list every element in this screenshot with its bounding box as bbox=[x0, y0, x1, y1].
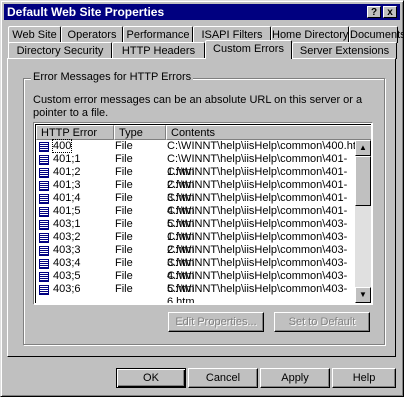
help-title-button[interactable]: ? bbox=[367, 6, 381, 18]
tab-web-site[interactable]: Web Site bbox=[8, 26, 61, 43]
scroll-up-icon[interactable]: ▲ bbox=[355, 140, 371, 156]
list-item[interactable]: 403;2 File C:\WINNT\help\iisHelp\common\40… bbox=[36, 231, 356, 256]
close-button[interactable]: x bbox=[383, 6, 397, 18]
document-icon bbox=[39, 194, 49, 204]
document-icon bbox=[39, 207, 49, 217]
properties-dialog: Default Web Site Properties ? x Web Site… bbox=[0, 0, 404, 397]
help-button[interactable]: Help bbox=[332, 368, 396, 388]
column-header-http-error[interactable]: HTTP Error bbox=[36, 125, 114, 140]
description-text: Custom error messages can be an absolute… bbox=[33, 94, 363, 119]
list-item[interactable]: 403;3 File C:\WINNT\help\iisHelp\common\40… bbox=[36, 244, 356, 269]
scroll-thumb[interactable] bbox=[355, 156, 371, 206]
tab-directory-security[interactable]: Directory Security bbox=[8, 42, 112, 59]
list-item[interactable]: 403;6 File C:\WINNT\help\iisHelp\common\40… bbox=[36, 283, 356, 303]
list-item[interactable]: 401;5 File C:\WINNT\help\iisHelp\common\40… bbox=[36, 205, 356, 230]
group-label: Error Messages for HTTP Errors bbox=[31, 71, 194, 83]
column-header-contents[interactable]: Contents bbox=[166, 125, 371, 140]
column-header-type[interactable]: Type bbox=[114, 125, 166, 140]
apply-button[interactable]: Apply bbox=[260, 368, 330, 388]
document-icon bbox=[39, 220, 49, 230]
list-rows: 400 File C:\WINNT\help\iisHelp\common\400.… bbox=[36, 139, 365, 303]
tab-documents[interactable]: Documents bbox=[349, 26, 404, 43]
window-title: Default Web Site Properties bbox=[7, 5, 165, 19]
tab-operators[interactable]: Operators bbox=[61, 26, 123, 43]
list-item[interactable]: 403;1 File C:\WINNT\help\iisHelp\common\40… bbox=[36, 218, 356, 243]
title-bar: Default Web Site Properties ? x bbox=[4, 4, 400, 20]
tab-http-headers[interactable]: HTTP Headers bbox=[112, 42, 205, 59]
tab-performance[interactable]: Performance bbox=[123, 26, 193, 43]
scroll-down-icon[interactable]: ▼ bbox=[355, 287, 371, 303]
list-item[interactable]: 401;4 File C:\WINNT\help\iisHelp\common\40… bbox=[36, 192, 356, 217]
document-icon bbox=[39, 259, 49, 269]
document-icon bbox=[39, 142, 49, 152]
list-item[interactable]: 401;3 File C:\WINNT\help\iisHelp\common\40… bbox=[36, 179, 356, 204]
document-icon bbox=[39, 272, 49, 282]
error-list[interactable]: HTTP Error Type Contents 400 File C:\WINNT… bbox=[33, 122, 373, 305]
list-item[interactable]: 401;2 File C:\WINNT\help\iisHelp\common\40… bbox=[36, 166, 356, 191]
list-item[interactable]: 400 File C:\WINNT\help\iisHelp\common\400.… bbox=[36, 139, 365, 153]
tab-server-extensions[interactable]: Server Extensions bbox=[292, 42, 397, 59]
edit-properties-button[interactable]: Edit Properties... bbox=[168, 312, 264, 332]
ok-button[interactable]: OK bbox=[116, 368, 186, 388]
document-icon bbox=[39, 168, 49, 178]
list-item[interactable]: 401;1 File C:\WINNT\help\iisHelp\common\40… bbox=[36, 153, 356, 178]
tab-custom-errors[interactable]: Custom Errors bbox=[205, 40, 292, 59]
list-item[interactable]: 403;5 File C:\WINNT\help\iisHelp\common\40… bbox=[36, 270, 356, 295]
document-icon bbox=[39, 233, 49, 243]
vertical-scrollbar[interactable]: ▲ ▼ bbox=[355, 140, 371, 303]
list-item[interactable]: 403;4 File C:\WINNT\help\iisHelp\common\40… bbox=[36, 257, 356, 282]
document-icon bbox=[39, 285, 49, 295]
document-icon bbox=[39, 155, 49, 165]
document-icon bbox=[39, 181, 49, 191]
document-icon bbox=[39, 246, 49, 256]
set-to-default-button[interactable]: Set to Default bbox=[274, 312, 370, 332]
cancel-button[interactable]: Cancel bbox=[188, 368, 258, 388]
